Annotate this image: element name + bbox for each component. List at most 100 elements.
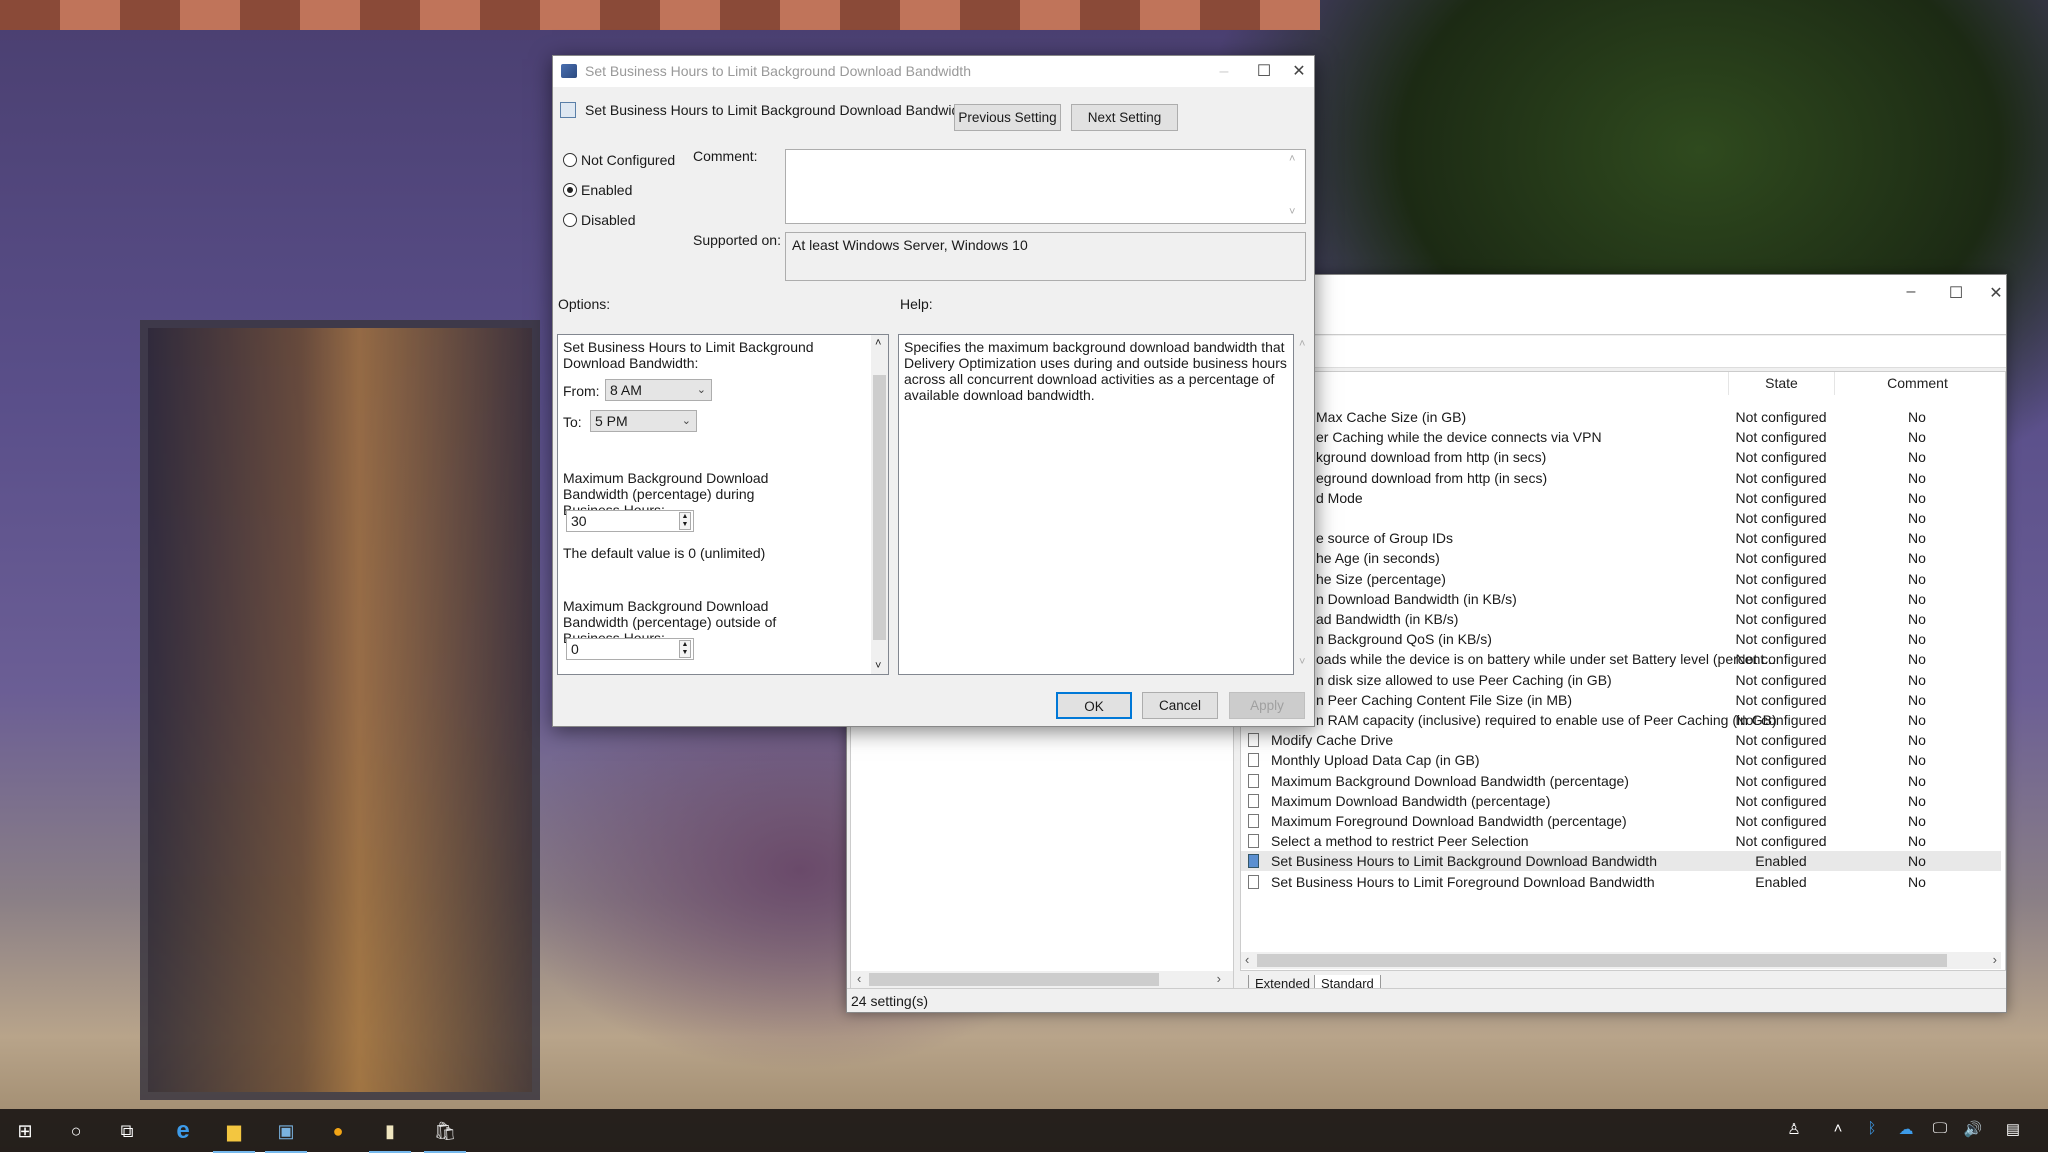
options-label: Options: — [558, 296, 611, 312]
setting-name: n Background QoS (in KB/s) — [1316, 631, 1492, 648]
outside-hours-value: 0 — [571, 641, 579, 657]
ok-button[interactable]: OK — [1056, 692, 1132, 719]
to-dropdown[interactable]: 5 PM ⌄ — [590, 410, 697, 432]
list-horizontal-scrollbar[interactable]: ‹ › — [1241, 952, 2001, 969]
table-row[interactable]: er Caching while the device connects via… — [1241, 427, 2001, 447]
people-icon[interactable]: ♙ — [1783, 1120, 1805, 1138]
setting-state: Not configured — [1735, 631, 1827, 648]
from-value: 8 AM — [610, 382, 642, 398]
table-row[interactable]: d Mode Not configured No — [1241, 488, 2001, 508]
scroll-down-icon[interactable]: ˅ — [875, 660, 881, 672]
table-row[interactable]: he Age (in seconds) Not configured No — [1241, 548, 2001, 568]
table-row[interactable]: Maximum Background Download Bandwidth (p… — [1241, 771, 2001, 791]
control-panel-icon[interactable]: ▣ — [265, 1118, 307, 1153]
scroll-left-icon[interactable]: ‹ — [1245, 952, 1249, 967]
notepad-icon[interactable]: ▮ — [369, 1118, 411, 1153]
close-button[interactable]: ✕ — [1284, 56, 1314, 87]
scroll-right-icon[interactable]: › — [1217, 971, 1221, 986]
spin-arrows-icon[interactable]: ▲ ▼ — [679, 640, 691, 658]
setting-state: Not configured — [1735, 469, 1827, 486]
table-row[interactable]: n Background QoS (in KB/s) Not configured… — [1241, 629, 2001, 649]
table-row[interactable]: Set Business Hours to Limit Background D… — [1241, 851, 2001, 872]
tree-horizontal-scrollbar[interactable]: ‹ › — [851, 971, 1233, 988]
store-icon[interactable]: 🛍 — [424, 1118, 466, 1153]
chevron-up-icon[interactable]: ˄ — [1827, 1120, 1849, 1137]
previous-setting-button[interactable]: Previous Setting — [954, 104, 1061, 131]
table-row[interactable]: Not configured No — [1241, 508, 2001, 528]
during-hours-spinner[interactable]: 30 ▲ ▼ — [566, 510, 694, 532]
help-scroll-down-icon[interactable]: ˅ — [1299, 656, 1311, 668]
setting-comment: No — [1908, 772, 1926, 789]
file-explorer-icon[interactable]: ▆ — [213, 1118, 255, 1153]
table-row[interactable]: eground download from http (in secs) Not … — [1241, 468, 2001, 488]
table-row[interactable]: Max Cache Size (in GB) Not configured No — [1241, 407, 2001, 427]
setting-comment: No — [1908, 691, 1926, 708]
setting-comment: No — [1908, 469, 1926, 486]
scroll-right-icon[interactable]: › — [1993, 952, 1997, 967]
comment-textarea[interactable] — [785, 149, 1306, 224]
table-row[interactable]: n Peer Caching Content File Size (in MB)… — [1241, 690, 2001, 710]
column-header-state[interactable]: State — [1728, 372, 1834, 395]
windows-start-icon[interactable]: ⊞ — [12, 1118, 38, 1144]
setting-name: n Download Bandwidth (in KB/s) — [1316, 590, 1517, 607]
policy-setting-icon — [1248, 834, 1259, 849]
table-row[interactable]: Modify Cache Drive Not configured No — [1241, 730, 2001, 750]
options-scrollbar[interactable]: ˄ ˅ — [871, 335, 888, 674]
scroll-down-icon[interactable]: ˅ — [1289, 206, 1311, 218]
edge-icon[interactable]: e — [170, 1118, 196, 1144]
setting-name: Max Cache Size (in GB) — [1316, 409, 1467, 425]
scroll-up-icon[interactable]: ˄ — [1289, 153, 1311, 165]
radio-circle — [563, 213, 577, 227]
cortana-search-icon[interactable]: ○ — [63, 1118, 89, 1144]
table-row[interactable]: n Download Bandwidth (in KB/s) Not config… — [1241, 589, 2001, 609]
table-row[interactable]: e source of Group IDs Not configured No — [1241, 528, 2001, 548]
bluetooth-icon[interactable]: ᛒ — [1861, 1120, 1883, 1137]
chrome-canary-icon[interactable]: ● — [325, 1118, 351, 1144]
from-dropdown[interactable]: 8 AM ⌄ — [605, 379, 712, 401]
table-row[interactable]: Select a method to restrict Peer Selecti… — [1241, 831, 2001, 851]
scroll-left-icon[interactable]: ‹ — [857, 971, 861, 986]
scrollbar-thumb[interactable] — [1257, 954, 1947, 967]
table-row[interactable]: n RAM capacity (inclusive) required to e… — [1241, 710, 2001, 730]
action-center-icon[interactable]: ▤ — [2002, 1120, 2024, 1138]
supported-on-label: Supported on: — [693, 232, 781, 248]
minimize-button[interactable]: – — [1209, 56, 1239, 87]
help-scroll-up-icon[interactable]: ˄ — [1299, 338, 1311, 350]
setting-comment: No — [1908, 449, 1926, 466]
maximize-button[interactable]: ☐ — [1941, 283, 1971, 303]
dialog-title-bar: Set Business Hours to Limit Background D… — [553, 56, 1314, 87]
setting-name: ad Bandwidth (in KB/s) — [1316, 611, 1459, 627]
apply-button[interactable]: Apply — [1229, 692, 1305, 719]
setting-state: Not configured — [1735, 449, 1827, 466]
table-row[interactable]: kground download from http (in secs) Not … — [1241, 447, 2001, 467]
minimize-button[interactable]: – — [1896, 283, 1926, 301]
maximize-button[interactable]: ☐ — [1249, 56, 1279, 87]
table-row[interactable]: Maximum Download Bandwidth (percentage) N… — [1241, 791, 2001, 811]
volume-icon[interactable]: 🔊 — [1962, 1120, 1984, 1138]
next-setting-button[interactable]: Next Setting — [1071, 104, 1178, 131]
table-row[interactable]: n disk size allowed to use Peer Caching … — [1241, 670, 2001, 690]
close-button[interactable]: ✕ — [1981, 283, 2011, 303]
scrollbar-thumb[interactable] — [873, 375, 886, 640]
network-icon[interactable]: 🖵 — [1929, 1120, 1951, 1137]
column-header-comment[interactable]: Comment — [1834, 372, 2000, 395]
to-label: To: — [563, 414, 582, 430]
scroll-up-icon[interactable]: ˄ — [875, 337, 881, 349]
cancel-button[interactable]: Cancel — [1142, 692, 1218, 719]
setting-name: Maximum Download Bandwidth (percentage) — [1271, 792, 1551, 809]
setting-state: Not configured — [1735, 530, 1827, 547]
setting-name: kground download from http (in secs) — [1316, 449, 1547, 466]
outside-hours-spinner[interactable]: 0 ▲ ▼ — [566, 638, 694, 660]
setting-state: Not configured — [1735, 409, 1827, 425]
table-row[interactable]: ad Bandwidth (in KB/s) Not configured No — [1241, 609, 2001, 629]
table-row[interactable]: he Size (percentage) Not configured No — [1241, 569, 2001, 589]
onedrive-icon[interactable]: ☁ — [1895, 1120, 1917, 1138]
spin-arrows-icon[interactable]: ▲ ▼ — [679, 512, 691, 530]
table-row[interactable]: Maximum Foreground Download Bandwidth (p… — [1241, 811, 2001, 831]
task-view-icon[interactable]: ⧉ — [114, 1118, 140, 1144]
taskbar: ⊞ ○ ⧉ e ▆ ▣ ● ▮ 🛍 ♙ ˄ ᛒ ☁ 🖵 🔊 ▤ — [0, 1109, 2048, 1153]
table-row[interactable]: Monthly Upload Data Cap (in GB) Not confi… — [1241, 750, 2001, 770]
table-row[interactable]: oads while the device is on battery whil… — [1241, 649, 2001, 669]
table-row[interactable]: Set Business Hours to Limit Foreground D… — [1241, 872, 2001, 892]
scrollbar-thumb[interactable] — [869, 973, 1159, 986]
